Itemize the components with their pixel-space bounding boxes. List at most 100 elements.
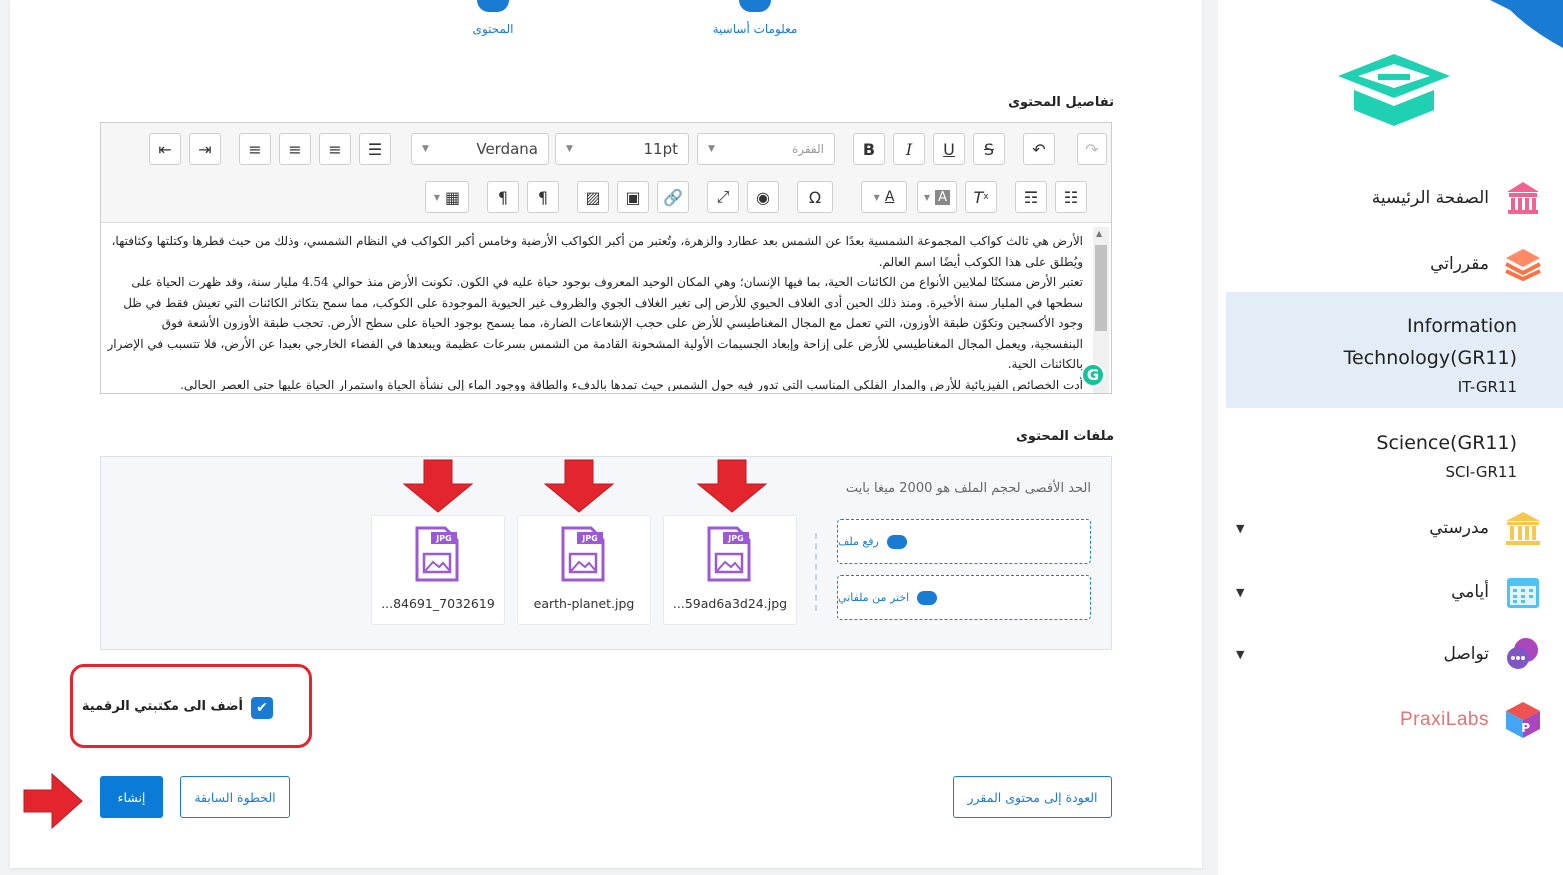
course-item-it-gr11[interactable]: Information Technology(GR11) IT-GR11 (1226, 292, 1563, 408)
editor-content[interactable]: الأرض هي ثالث كواكب المجموعة الشمسية بعد… (107, 231, 1083, 391)
strikethrough-icon[interactable]: S (973, 133, 1005, 165)
step-basic-info[interactable]: معلومات أساسية (710, 0, 800, 36)
align-right-icon[interactable]: ≡ (319, 133, 351, 165)
font-family-select[interactable]: ▼ Verdana (411, 133, 549, 165)
nav-my-days[interactable]: أيامي (1451, 572, 1543, 612)
editor-paragraph: الأرض هي ثالث كواكب المجموعة الشمسية بعد… (111, 234, 1083, 269)
grammarly-icon[interactable]: G (1081, 363, 1105, 387)
align-justify-icon[interactable]: ☰ (359, 133, 391, 165)
upload-file-button[interactable]: رفع ملف (837, 519, 1091, 564)
caret-down-icon[interactable]: ▼ (1236, 586, 1244, 599)
caret-down-icon: ▼ (422, 144, 429, 154)
back-to-course-content-button[interactable]: العودة إلى محتوى المقرر (953, 776, 1112, 818)
praxilabs-cube-icon: P (1503, 700, 1543, 740)
svg-text:P: P (1521, 721, 1530, 735)
caret-down-icon[interactable]: ▼ (1236, 648, 1244, 661)
step-content[interactable]: المحتوى (463, 0, 523, 36)
file-card[interactable]: JPG ...59ad6a3d24.jpg (663, 515, 797, 625)
red-arrow-right-icon (23, 772, 83, 830)
link-icon[interactable]: 🔗 (657, 181, 689, 213)
nav-contact[interactable]: تواصل (1443, 634, 1543, 674)
cloud-upload-icon (917, 590, 938, 605)
table-icon[interactable]: ▼ ▦ (425, 181, 469, 213)
content-details-label: تفاصيل المحتوى (1008, 95, 1114, 110)
special-character-icon[interactable]: Ω (797, 181, 833, 213)
bullet-list-icon[interactable]: ☷ (1055, 181, 1087, 213)
red-arrow-down-icon (543, 459, 615, 513)
red-arrow-down-icon (402, 459, 474, 513)
outdent-icon[interactable]: ⇤ (149, 133, 181, 165)
nav-home[interactable]: الصفحة الرئيسية (1372, 178, 1543, 218)
rich-text-editor[interactable]: ↷ ↶ S U I B ▼ الفقرة ▼ 11pt ▼ Verdana ☰ … (100, 122, 1112, 394)
undo-icon[interactable]: ↶ (1023, 133, 1055, 165)
corner-decoration (1490, 0, 1563, 48)
caret-down-icon[interactable]: ▼ (1236, 522, 1244, 535)
step-label: معلومات أساسية (712, 22, 798, 36)
course-title: Information (1407, 315, 1517, 337)
rtl-paragraph-icon[interactable]: ¶ (527, 181, 559, 213)
max-size-note: الحد الأقصى لحجم الملف هو 2000 ميغا بايت (845, 481, 1091, 496)
divider (815, 533, 817, 611)
text-color-icon[interactable]: ▼ A (861, 181, 907, 213)
highlight-box: ✔ أضف الى مكتبتي الرقمية (70, 664, 312, 748)
calendar-icon (1503, 572, 1543, 612)
red-arrow-down-icon (696, 459, 768, 513)
background-color-icon[interactable]: ▼ A (917, 181, 957, 213)
course-code: SCI-GR11 (1445, 463, 1517, 481)
nav-praxilabs[interactable]: P PraxiLabs (1400, 700, 1543, 740)
stack-books-icon (1503, 244, 1543, 284)
svg-text:JPG: JPG (435, 534, 451, 543)
file-card[interactable]: JPG ...84691_7032619 (371, 515, 505, 625)
font-size-select[interactable]: ▼ 11pt (555, 133, 689, 165)
create-button[interactable]: إنشاء (100, 776, 163, 818)
previous-step-button[interactable]: الخطوة السابقة (180, 776, 290, 818)
jpg-file-icon: JPG (707, 526, 751, 582)
fullscreen-icon[interactable]: ⤢ (707, 181, 739, 213)
editor-paragraph: تعتبر الأرض مسكنًا لملايين الأنواع من ال… (107, 275, 1083, 371)
sidebar: الصفحة الرئيسية مقرراتي Information Tech… (1218, 0, 1563, 875)
media-icon[interactable]: ▣ (617, 181, 649, 213)
jpg-file-icon: JPG (561, 526, 605, 582)
course-title: Science(GR11) (1376, 432, 1517, 454)
indent-icon[interactable]: ⇥ (189, 133, 221, 165)
redo-icon[interactable]: ↷ (1077, 133, 1107, 165)
file-name: ...84691_7032619 (381, 596, 495, 611)
step-dot (739, 0, 771, 12)
school-columns-icon (1503, 508, 1543, 548)
cloud-upload-icon (886, 534, 907, 549)
jpg-file-icon: JPG (415, 526, 459, 582)
bold-icon[interactable]: B (853, 133, 885, 165)
preview-icon[interactable]: ◉ (747, 181, 779, 213)
content-files-label: ملفات المحتوى (1016, 429, 1114, 444)
align-center-icon[interactable]: ≡ (279, 133, 311, 165)
chat-bubbles-icon (1503, 634, 1543, 674)
align-left-icon[interactable]: ≡ (239, 133, 271, 165)
image-icon[interactable]: ▨ (577, 181, 609, 213)
paragraph-format-select[interactable]: ▼ الفقرة (697, 133, 835, 165)
step-dot (477, 0, 509, 12)
scroll-up-icon[interactable]: ▲ (1096, 229, 1102, 238)
numbered-list-icon[interactable]: ☶ (1015, 181, 1047, 213)
file-name: earth-planet.jpg (533, 596, 635, 611)
choose-from-my-files-button[interactable]: اختر من ملفاتي (837, 575, 1091, 620)
add-to-library-checkbox[interactable]: ✔ (251, 697, 273, 719)
building-icon (1503, 178, 1543, 218)
underline-icon[interactable]: U (933, 133, 965, 165)
italic-icon[interactable]: I (893, 133, 925, 165)
logo-icon (1338, 54, 1450, 126)
file-card[interactable]: JPG earth-planet.jpg (517, 515, 651, 625)
scrollbar-thumb[interactable] (1095, 245, 1107, 331)
nav-my-school[interactable]: مدرستي (1429, 508, 1543, 548)
svg-text:JPG: JPG (581, 534, 597, 543)
editor-paragraph: أدت الخصائص الفيزيائية للأرض والمدار الف… (180, 377, 1083, 392)
file-name: ...59ad6a3d24.jpg (672, 596, 788, 611)
ltr-paragraph-icon[interactable]: ¶ (487, 181, 519, 213)
add-to-library-label: أضف الى مكتبتي الرقمية (81, 699, 243, 714)
clear-formatting-icon[interactable]: Tx (965, 181, 997, 213)
main-panel: معلومات أساسية المحتوى تفاصيل المحتوى ↷ … (10, 0, 1202, 868)
caret-down-icon: ▼ (566, 144, 573, 154)
nav-my-courses[interactable]: مقرراتي (1430, 244, 1543, 284)
course-code: IT-GR11 (1457, 378, 1517, 396)
step-label: المحتوى (472, 22, 514, 36)
editor-toolbar: ↷ ↶ S U I B ▼ الفقرة ▼ 11pt ▼ Verdana ☰ … (101, 123, 1111, 223)
